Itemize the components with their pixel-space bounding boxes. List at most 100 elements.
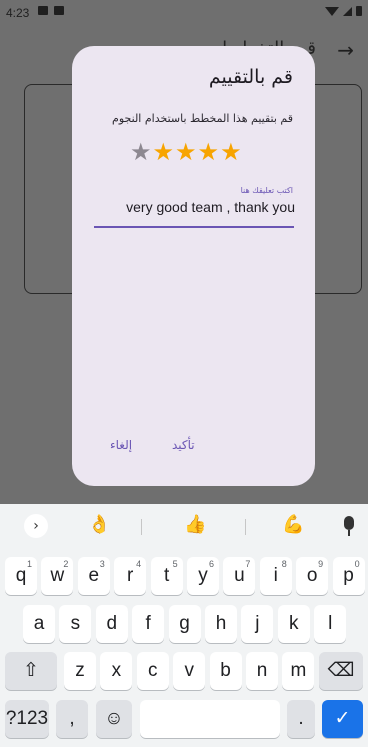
- key-v[interactable]: v: [173, 652, 206, 690]
- battery-icon: [356, 6, 362, 16]
- key-q[interactable]: q1: [5, 557, 37, 595]
- key-j-label: j: [255, 613, 260, 634]
- key-q-label: q: [15, 565, 27, 586]
- thumbs-up-emoji-suggestion[interactable]: 👍: [184, 514, 206, 535]
- flexed-biceps-emoji-suggestion[interactable]: 💪: [282, 514, 304, 535]
- key-g-label: g: [179, 613, 190, 634]
- key-b-label: b: [220, 660, 231, 681]
- key-r-label: r: [127, 565, 134, 586]
- key-p-label: p: [343, 565, 354, 586]
- signal-icon: [343, 6, 352, 16]
- key-e-number-hint: 3: [99, 559, 105, 569]
- image-notification-icon: [38, 6, 48, 15]
- star-empty-icon[interactable]: ★: [130, 138, 152, 166]
- key-r[interactable]: r4: [114, 557, 147, 595]
- key-w-number-hint: 2: [63, 559, 69, 569]
- key-t[interactable]: t5: [150, 557, 183, 595]
- ok-hand-emoji-suggestion[interactable]: 👌: [88, 514, 110, 535]
- comma-key-label: ,: [69, 708, 75, 729]
- key-k-label: k: [289, 613, 299, 634]
- key-e[interactable]: e3: [77, 557, 110, 595]
- key-g[interactable]: g: [168, 605, 201, 643]
- key-u-number-hint: 7: [245, 559, 251, 569]
- onscreen-keyboard: › 👌 👍 💪 q 1 w 2 e 3 r 4 t 5 y 6 u 7 i 8 o 9 p 0 a s d f g h j k l ⇧ z x…: [0, 504, 368, 747]
- status-bar: 4:23: [0, 0, 368, 28]
- key-h[interactable]: h: [205, 605, 237, 643]
- suggestion-divider: [245, 519, 246, 535]
- cancel-button[interactable]: إلغاء: [110, 438, 132, 452]
- key-i-number-hint: 8: [281, 559, 287, 569]
- key-v-label: v: [184, 660, 194, 681]
- key-e-label: e: [88, 565, 100, 586]
- key-f-label: f: [145, 613, 151, 634]
- key-n[interactable]: n: [246, 652, 278, 690]
- wifi-icon: [325, 6, 339, 16]
- emoji-key[interactable]: ☺: [96, 700, 132, 738]
- key-u-label: u: [234, 565, 245, 586]
- key-m-label: m: [290, 660, 307, 681]
- key-d[interactable]: d: [95, 605, 128, 643]
- enter-key[interactable]: ✓: [322, 700, 363, 738]
- confirm-button[interactable]: تأكيد: [172, 438, 195, 452]
- comment-underline: [94, 226, 294, 228]
- key-o-number-hint: 9: [318, 559, 324, 569]
- star-filled-icon[interactable]: ★: [220, 138, 242, 166]
- key-s[interactable]: s: [59, 605, 92, 643]
- comment-field-label: اكتب تعليقك هنا: [240, 186, 293, 195]
- comma-key[interactable]: ,: [56, 700, 88, 738]
- period-key-label: .: [298, 708, 304, 729]
- key-z-label: z: [75, 660, 85, 681]
- key-z[interactable]: z: [64, 652, 96, 690]
- expand-toolbar-chevron-icon[interactable]: ›: [24, 514, 48, 538]
- key-m[interactable]: m: [282, 652, 315, 690]
- system-icons: [325, 6, 362, 16]
- emoji-key-label: ☺: [104, 708, 124, 729]
- key-h-label: h: [215, 613, 227, 634]
- key-b[interactable]: b: [209, 652, 242, 690]
- key-y-number-hint: 6: [208, 559, 214, 569]
- backspace-key-label: ⌫: [327, 660, 355, 681]
- microphone-icon[interactable]: [344, 516, 354, 536]
- key-x-label: x: [111, 660, 122, 681]
- space-bar[interactable]: [140, 700, 280, 738]
- star-filled-icon[interactable]: ★: [198, 138, 220, 166]
- key-a-label: a: [33, 613, 45, 634]
- key-y-label: y: [198, 565, 208, 586]
- rating-dialog: قم بالتقييم قم بتقييم هذا المخطط باستخدا…: [72, 46, 315, 486]
- key-x[interactable]: x: [100, 652, 133, 690]
- status-time: 4:23: [6, 6, 30, 20]
- shift-key-label: ⇧: [23, 660, 39, 681]
- key-f[interactable]: f: [132, 605, 165, 643]
- key-l[interactable]: l: [314, 605, 347, 643]
- key-o[interactable]: o9: [296, 557, 329, 595]
- key-i[interactable]: i8: [259, 557, 292, 595]
- period-key[interactable]: .: [287, 700, 315, 738]
- key-t-label: t: [163, 565, 170, 586]
- comment-input[interactable]: very good team , thank you: [126, 199, 295, 215]
- notification-icons: [38, 6, 64, 15]
- symbols-key-label: ?123: [5, 708, 49, 729]
- dialog-title: قم بالتقييم: [208, 66, 293, 88]
- suggestion-divider: [141, 519, 142, 535]
- key-w[interactable]: w2: [41, 557, 74, 595]
- star-filled-icon[interactable]: ★: [175, 138, 197, 166]
- symbols-key[interactable]: ?123: [5, 700, 49, 738]
- key-c[interactable]: c: [136, 652, 169, 690]
- star-rating[interactable]: ★ ★ ★ ★ ★: [130, 138, 242, 166]
- key-p[interactable]: p0: [332, 557, 365, 595]
- sd-card-notification-icon: [54, 6, 64, 15]
- suggestion-strip: › 👌 👍 💪: [0, 510, 368, 544]
- key-k[interactable]: k: [277, 605, 310, 643]
- key-n-label: n: [256, 660, 268, 681]
- key-w-label: w: [50, 565, 65, 586]
- star-filled-icon[interactable]: ★: [153, 138, 175, 166]
- key-r-number-hint: 4: [136, 559, 142, 569]
- backspace-key[interactable]: ⌫: [319, 652, 363, 690]
- key-j[interactable]: j: [241, 605, 274, 643]
- key-y[interactable]: y6: [187, 557, 219, 595]
- key-a[interactable]: a: [23, 605, 55, 643]
- key-u[interactable]: u7: [223, 557, 256, 595]
- shift-key[interactable]: ⇧: [5, 652, 57, 690]
- dialog-subtitle: قم بتقييم هذا المخطط باستخدام النجوم: [112, 112, 293, 125]
- back-arrow-icon[interactable]: →: [337, 38, 354, 62]
